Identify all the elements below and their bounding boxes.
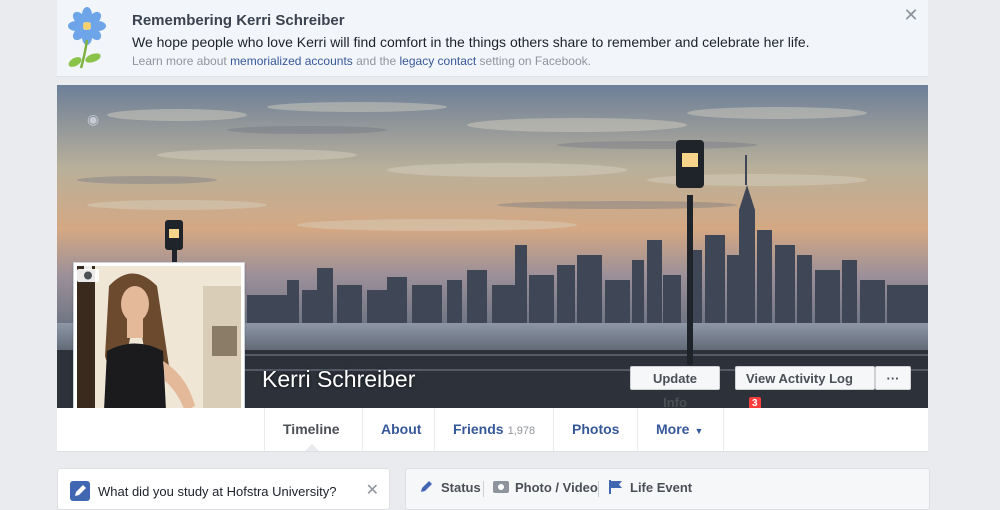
post-composer: Status Photo / Video Life Event: [405, 468, 930, 510]
study-prompt-card: What did you study at Hofstra University…: [57, 468, 390, 510]
photo-video-button[interactable]: Photo / Video: [493, 480, 598, 495]
tab-label: About: [381, 421, 422, 437]
view-activity-log-button[interactable]: View Activity Log3: [735, 366, 875, 411]
flag-icon: [609, 480, 622, 494]
profile-photo: [77, 266, 241, 430]
active-tab-indicator: [305, 444, 319, 451]
life-event-label: Life Event: [630, 480, 693, 495]
divider: [483, 481, 484, 497]
memorial-message: We hope people who love Kerri will find …: [132, 34, 810, 50]
pencil-icon: [421, 481, 432, 492]
caret-down-icon: ▼: [694, 426, 704, 436]
tab-friends[interactable]: Friends 1,978: [434, 408, 553, 451]
close-icon[interactable]: ✕: [902, 6, 920, 24]
tab-label: Photos: [572, 421, 620, 437]
tab-more[interactable]: More ▼: [637, 408, 724, 451]
memorial-title: Remembering Kerri Schreiber: [132, 12, 345, 29]
status-label: Status: [441, 480, 481, 495]
profile-name: Kerri Schreiber: [262, 366, 416, 392]
learn-more-prefix: Learn more about: [132, 54, 231, 68]
memorial-banner: Remembering Kerri Schreiber We hope peop…: [57, 0, 928, 77]
life-event-button[interactable]: Life Event: [608, 480, 692, 495]
camera-icon[interactable]: [77, 266, 99, 282]
friends-count: 1,978: [507, 425, 536, 437]
legacy-contact-link[interactable]: legacy contact: [400, 54, 477, 68]
profile-tabs: Timeline About Friends 1,978 Photos More ▼: [57, 408, 928, 452]
forget-me-not-icon: [68, 7, 106, 69]
pencil-icon: [70, 481, 90, 501]
status-button[interactable]: Status: [419, 480, 481, 495]
photo-video-label: Photo / Video: [515, 480, 598, 495]
activity-log-label: View Activity Log: [746, 371, 853, 386]
update-info-button[interactable]: Update Info: [630, 366, 720, 410]
study-question[interactable]: What did you study at Hofstra University…: [98, 484, 336, 499]
tab-label: More: [656, 421, 690, 437]
learn-more-suffix: setting on Facebook.: [476, 54, 591, 68]
tab-label: Friends: [453, 421, 504, 437]
divider: [598, 481, 599, 497]
memorialized-accounts-link[interactable]: memorialized accounts: [230, 54, 353, 68]
tab-label: Timeline: [283, 421, 340, 437]
learn-more-middle: and the: [352, 54, 400, 68]
tab-about[interactable]: About: [362, 408, 434, 451]
photo-icon: [493, 481, 509, 493]
close-icon[interactable]: ✕: [366, 480, 379, 500]
cover-camera-icon[interactable]: ◉: [87, 111, 99, 128]
memorial-learn-more: Learn more about memorialized accounts a…: [132, 54, 591, 68]
more-options-button[interactable]: ···: [875, 366, 911, 390]
tab-photos[interactable]: Photos: [553, 408, 637, 451]
